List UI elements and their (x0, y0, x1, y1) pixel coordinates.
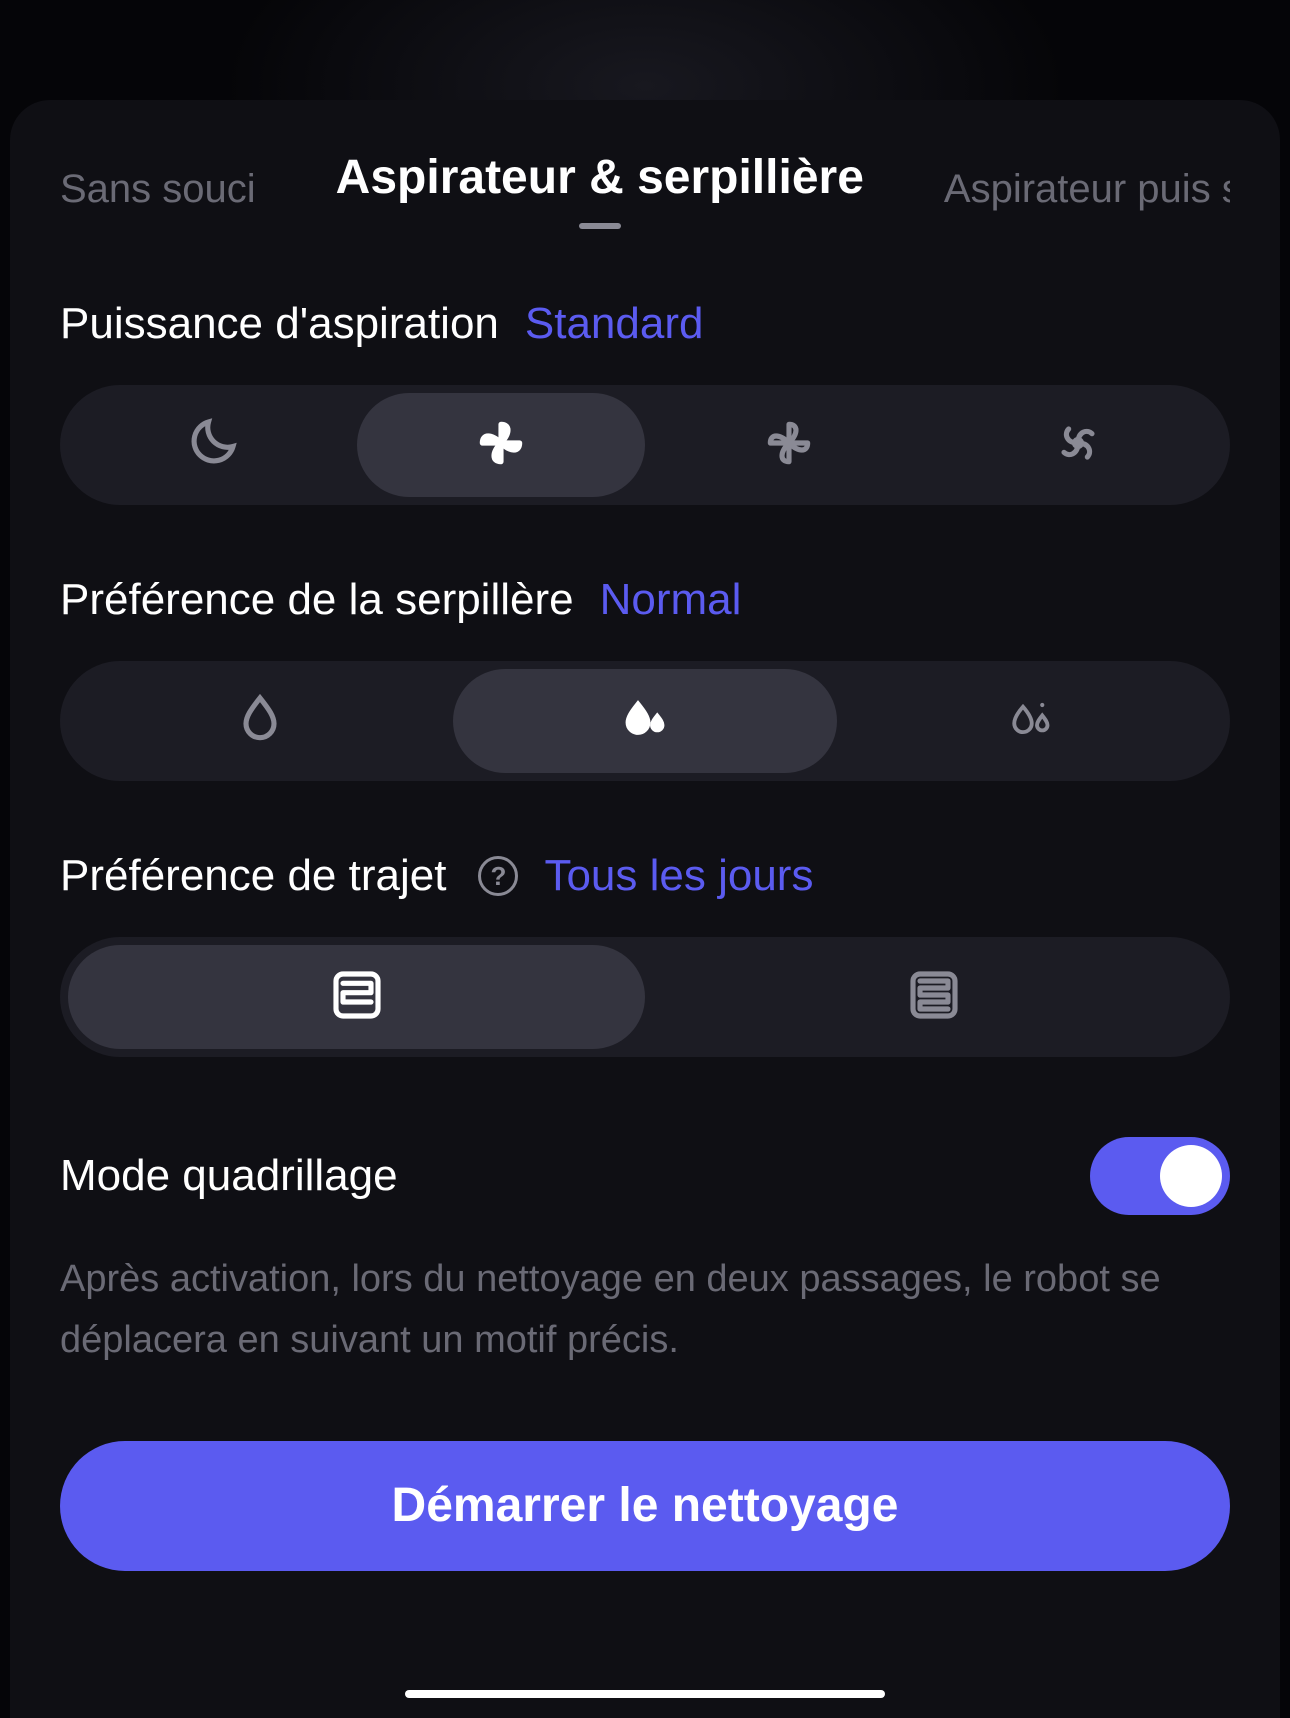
grid-mode-description: Après activation, lors du nettoyage en d… (60, 1249, 1230, 1371)
help-icon[interactable]: ? (478, 856, 518, 896)
suction-value: Standard (525, 299, 704, 349)
mode-tabs: Sans souci Aspirateur & serpillière Aspi… (60, 100, 1230, 229)
mop-segmented (60, 661, 1230, 781)
turbine-icon (1050, 415, 1106, 476)
home-indicator (405, 1690, 885, 1698)
tab-aspirateur-puis-serp[interactable]: Aspirateur puis serp (944, 167, 1230, 212)
route-value: Tous les jours (544, 851, 813, 901)
suction-segmented (60, 385, 1230, 505)
drops-icon (617, 691, 673, 752)
route-section: Préférence de trajet ? Tous les jours (60, 851, 1230, 1057)
mop-value: Normal (600, 575, 742, 625)
route-title: Préférence de trajet (60, 851, 446, 901)
mop-option-low[interactable] (68, 669, 453, 773)
tab-sans-souci[interactable]: Sans souci (60, 167, 256, 212)
zigzag-dense-icon (906, 967, 962, 1028)
suction-option-strong[interactable] (645, 393, 934, 497)
settings-sheet: Sans souci Aspirateur & serpillière Aspi… (10, 100, 1280, 1718)
mop-title: Préférence de la serpillère (60, 575, 574, 625)
grid-mode-row: Mode quadrillage (60, 1137, 1230, 1215)
suction-option-quiet[interactable] (68, 393, 357, 497)
suction-option-standard[interactable] (357, 393, 646, 497)
grid-mode-title: Mode quadrillage (60, 1151, 398, 1201)
route-option-deep[interactable] (645, 945, 1222, 1049)
grid-mode-toggle[interactable] (1090, 1137, 1230, 1215)
mop-section: Préférence de la serpillère Normal (60, 575, 1230, 781)
suction-option-max[interactable] (934, 393, 1223, 497)
route-segmented (60, 937, 1230, 1057)
route-option-everyday[interactable] (68, 945, 645, 1049)
suction-title: Puissance d'aspiration (60, 299, 499, 349)
tab-aspirateur-serpilliere[interactable]: Aspirateur & serpillière (336, 150, 864, 205)
pinwheel-icon (473, 415, 529, 476)
switch-knob (1160, 1145, 1222, 1207)
drop-icon (232, 691, 288, 752)
pinwheel-outline-icon (761, 415, 817, 476)
start-cleaning-button[interactable]: Démarrer le nettoyage (60, 1441, 1230, 1571)
zigzag-loose-icon (329, 967, 385, 1028)
moon-icon (184, 415, 240, 476)
mop-option-high[interactable] (837, 669, 1222, 773)
tab-underline (579, 223, 621, 229)
suction-section: Puissance d'aspiration Standard (60, 299, 1230, 505)
drops-plus-icon (1002, 691, 1058, 752)
mop-option-normal[interactable] (453, 669, 838, 773)
